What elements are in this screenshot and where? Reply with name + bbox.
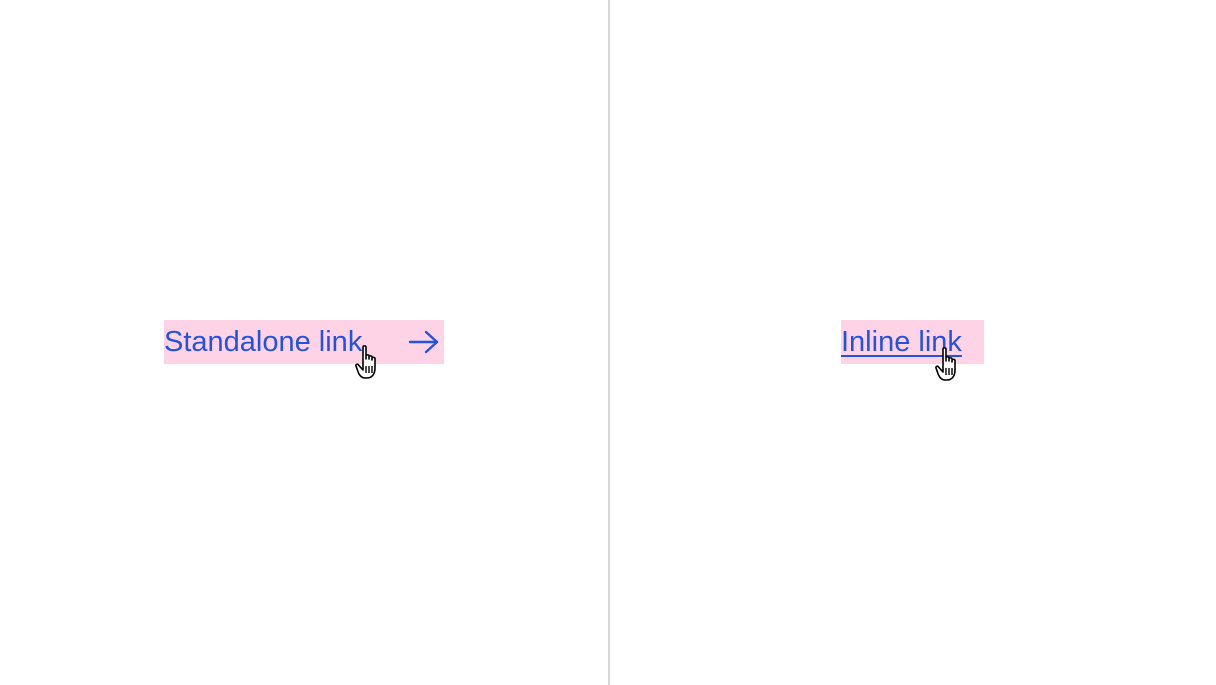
standalone-link[interactable]: Standalone link bbox=[164, 320, 444, 379]
inline-link[interactable]: Inline link bbox=[841, 320, 984, 381]
arrow-right-icon bbox=[408, 330, 439, 354]
right-panel: Inline link bbox=[610, 0, 1216, 685]
pointer-hand-icon bbox=[355, 345, 376, 379]
pointer-hand-icon bbox=[935, 347, 956, 381]
left-panel: Standalone link bbox=[0, 0, 608, 685]
standalone-link-label: Standalone link bbox=[164, 326, 363, 358]
